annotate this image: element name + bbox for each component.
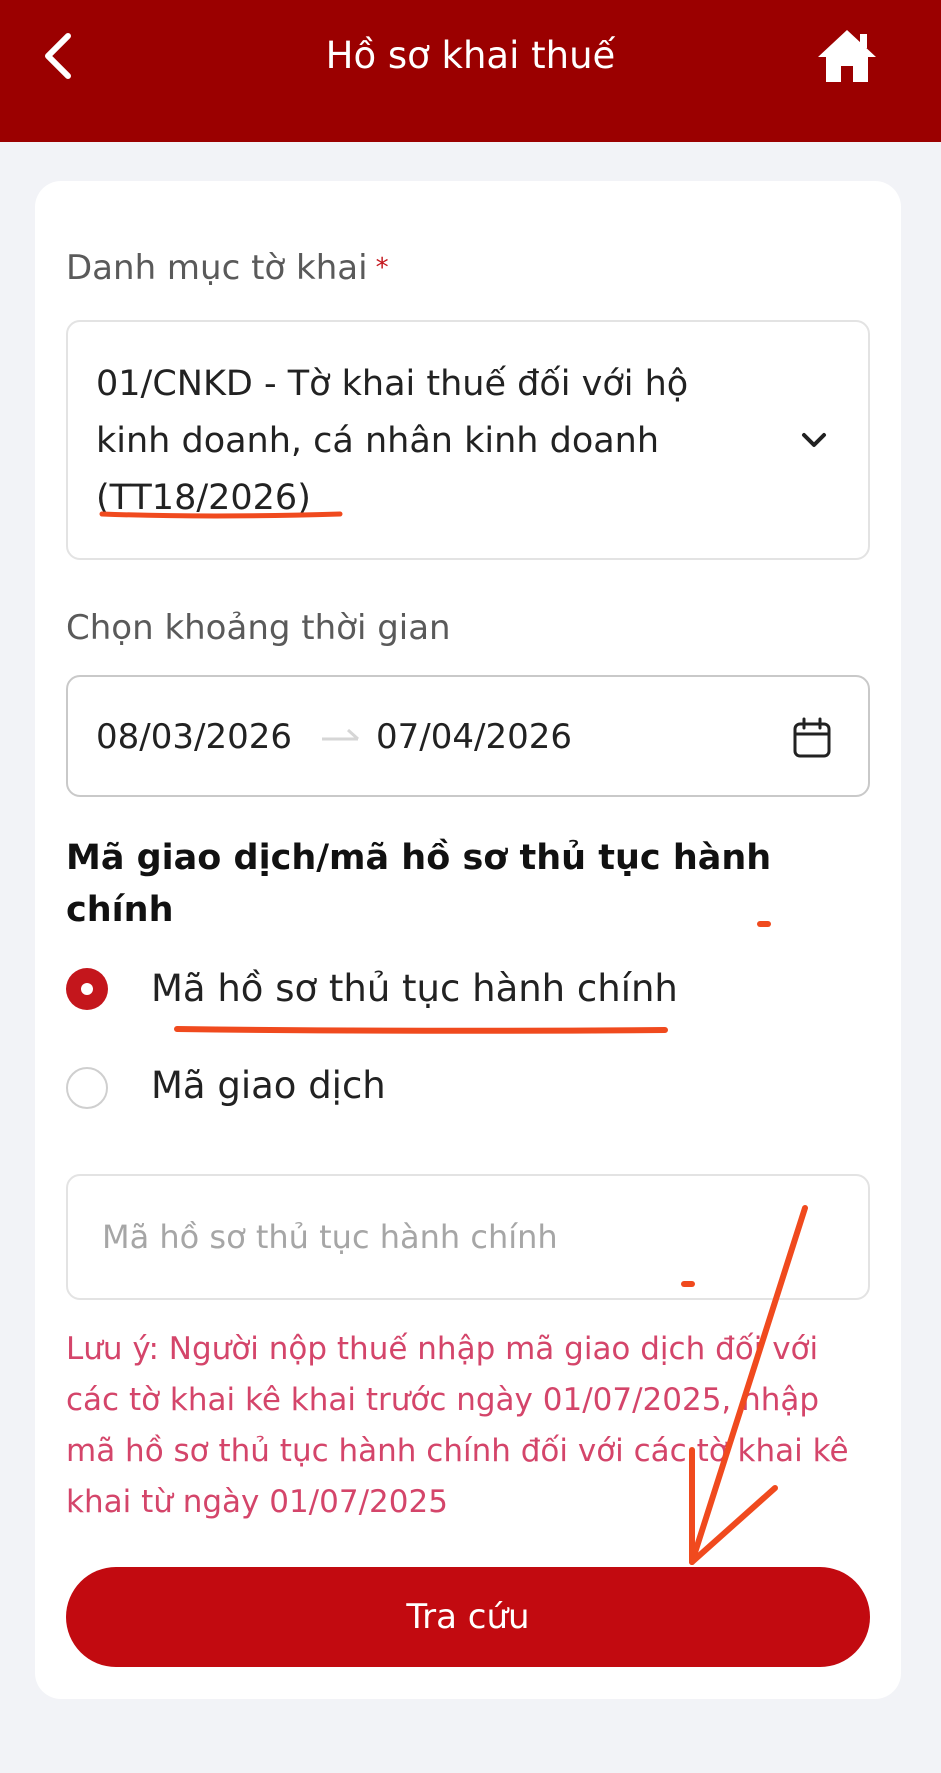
chevron-down-icon[interactable] xyxy=(798,424,830,456)
required-mark: * xyxy=(375,253,389,283)
range-arrow-icon xyxy=(322,728,360,741)
radio-procedure-code-label[interactable]: Mã hồ sơ thủ tục hành chính xyxy=(151,965,678,1013)
radio-procedure-code[interactable] xyxy=(66,968,108,1010)
note-text: Lưu ý: Người nộp thuế nhập mã giao dịch … xyxy=(66,1331,849,1520)
category-label: Danh mục tờ khai * xyxy=(66,248,389,288)
code-input[interactable] xyxy=(66,1174,870,1300)
code-type-heading: Mã giao dịch/mã hồ sơ thủ tục hành chính xyxy=(66,838,772,930)
home-button[interactable] xyxy=(816,26,878,86)
app-header: Hồ sơ khai thuế xyxy=(0,0,941,142)
category-select-value: 01/CNKD - Tờ khai thuế đối với hộ kinh d… xyxy=(96,364,689,518)
radio-transaction-code[interactable] xyxy=(66,1067,108,1109)
search-button[interactable]: Tra cứu xyxy=(66,1567,870,1667)
date-from: 08/03/2026 xyxy=(96,717,292,757)
radio-transaction-code-label[interactable]: Mã giao dịch xyxy=(151,1062,386,1110)
page-title: Hồ sơ khai thuế xyxy=(325,34,616,77)
category-select[interactable]: 01/CNKD - Tờ khai thuế đối với hộ kinh d… xyxy=(66,320,870,560)
date-to: 07/04/2026 xyxy=(376,717,572,757)
period-label: Chọn khoảng thời gian xyxy=(66,608,451,648)
calendar-icon[interactable] xyxy=(792,717,832,759)
date-range-picker[interactable]: 08/03/2026 07/04/2026 xyxy=(66,675,870,797)
home-icon xyxy=(818,30,876,82)
